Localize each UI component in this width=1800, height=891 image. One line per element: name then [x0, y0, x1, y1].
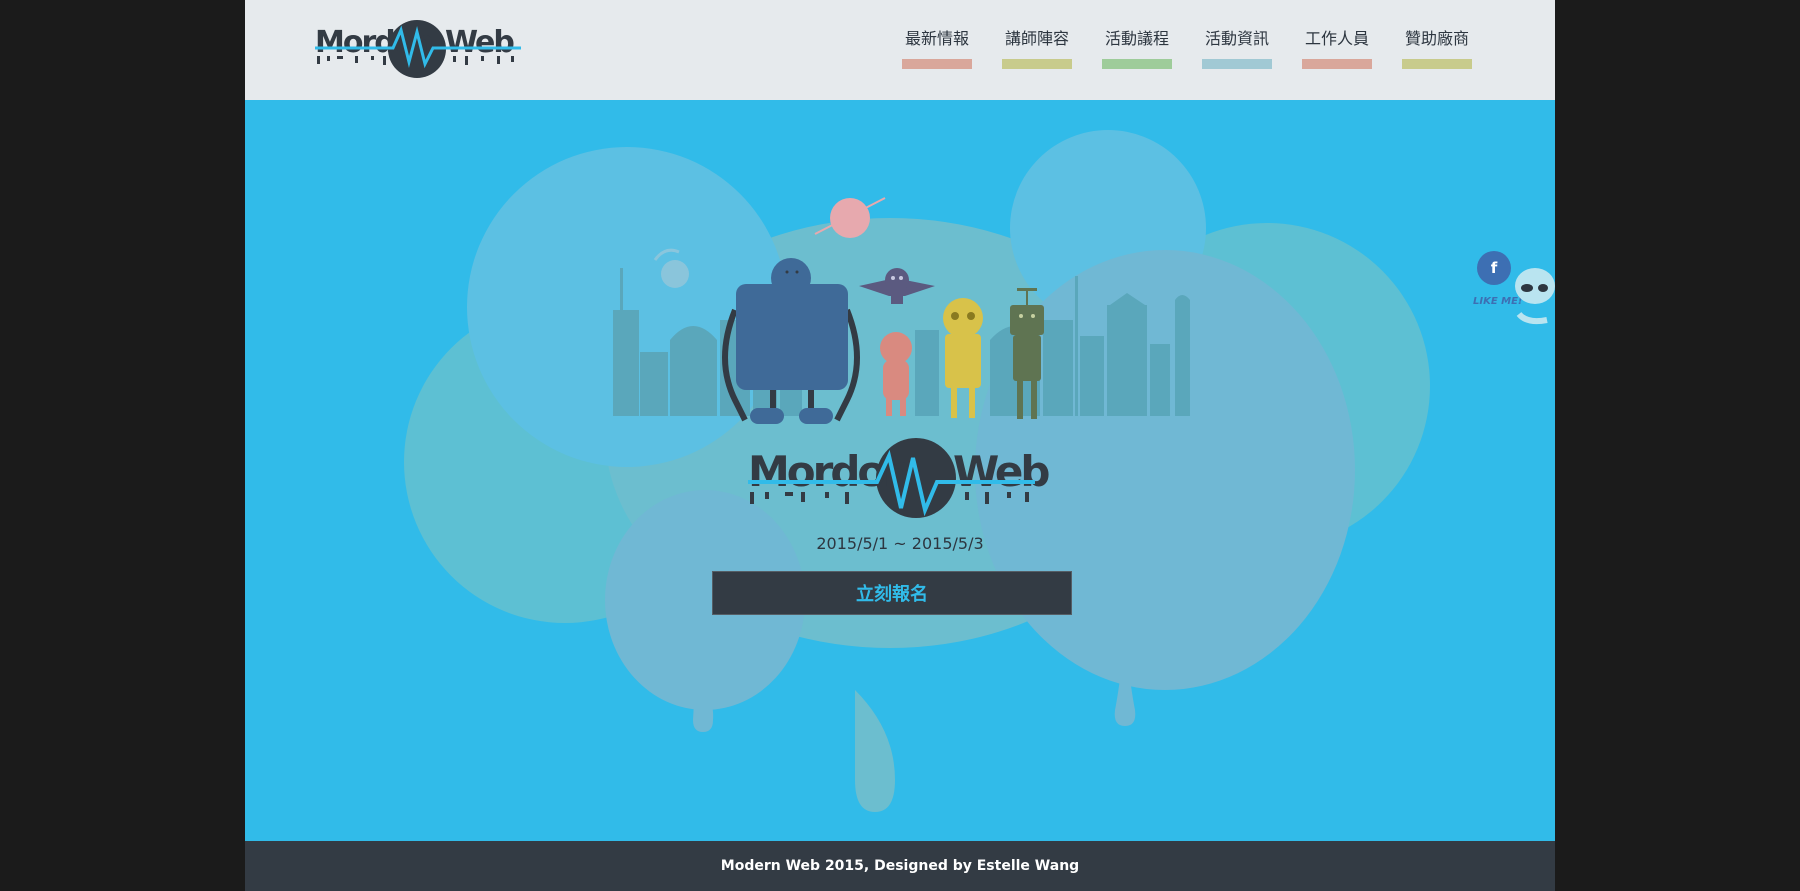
nav-item-staff[interactable]: 工作人員 [1287, 29, 1387, 69]
event-date: 2015/5/1 ~ 2015/5/3 [816, 534, 984, 553]
nav-item-agenda[interactable]: 活動議程 [1087, 29, 1187, 69]
nav-item-label: 最新情報 [904, 29, 969, 48]
nav-item-underline [902, 59, 972, 69]
nav-item-label: 活動議程 [1104, 29, 1169, 48]
nav-item-underline [1102, 59, 1172, 69]
nav-item-label: 工作人員 [1304, 29, 1369, 48]
register-button[interactable]: 立刻報名 [712, 571, 1072, 615]
svg-text:Mordon: Mordon [748, 447, 910, 496]
nav-item-underline [1002, 59, 1072, 69]
nav-item-news[interactable]: 最新情報 [887, 29, 987, 69]
facebook-icon[interactable]: f [1477, 251, 1511, 285]
nav-item-label: 贊助廠商 [1404, 29, 1469, 48]
nav-item-label: 活動資訊 [1204, 29, 1269, 48]
nav-item-info[interactable]: 活動資訊 [1187, 29, 1287, 69]
nav-item-sponsors[interactable]: 贊助廠商 [1387, 29, 1487, 69]
svg-text:Web: Web [953, 447, 1049, 496]
nav-item-speakers[interactable]: 講師陣容 [987, 29, 1087, 69]
svg-text:Web: Web [445, 25, 514, 60]
header: Mordon Web 最新情報 講師陣容 活動議程 活動資訊 工作人員 贊助廠商 [245, 0, 1555, 100]
nav-item-label: 講師陣容 [1004, 29, 1069, 48]
main-nav: 最新情報 講師陣容 活動議程 活動資訊 工作人員 贊助廠商 [887, 29, 1487, 69]
site-logo[interactable]: Mordon Web [313, 18, 523, 80]
footer-credit: Modern Web 2015, Designed by Estelle Wan… [720, 858, 1080, 874]
nav-item-underline [1202, 59, 1272, 69]
nav-item-underline [1402, 59, 1472, 69]
hero-illustration: Mordon Web [404, 130, 1430, 812]
alien-mascot-icon [1515, 268, 1555, 325]
page: Mordon Web 最新情報 講師陣容 活動議程 活動資訊 工作人員 贊助廠商… [245, 0, 1555, 891]
nav-item-underline [1302, 59, 1372, 69]
footer: Modern Web 2015, Designed by Estelle Wan… [245, 841, 1555, 891]
